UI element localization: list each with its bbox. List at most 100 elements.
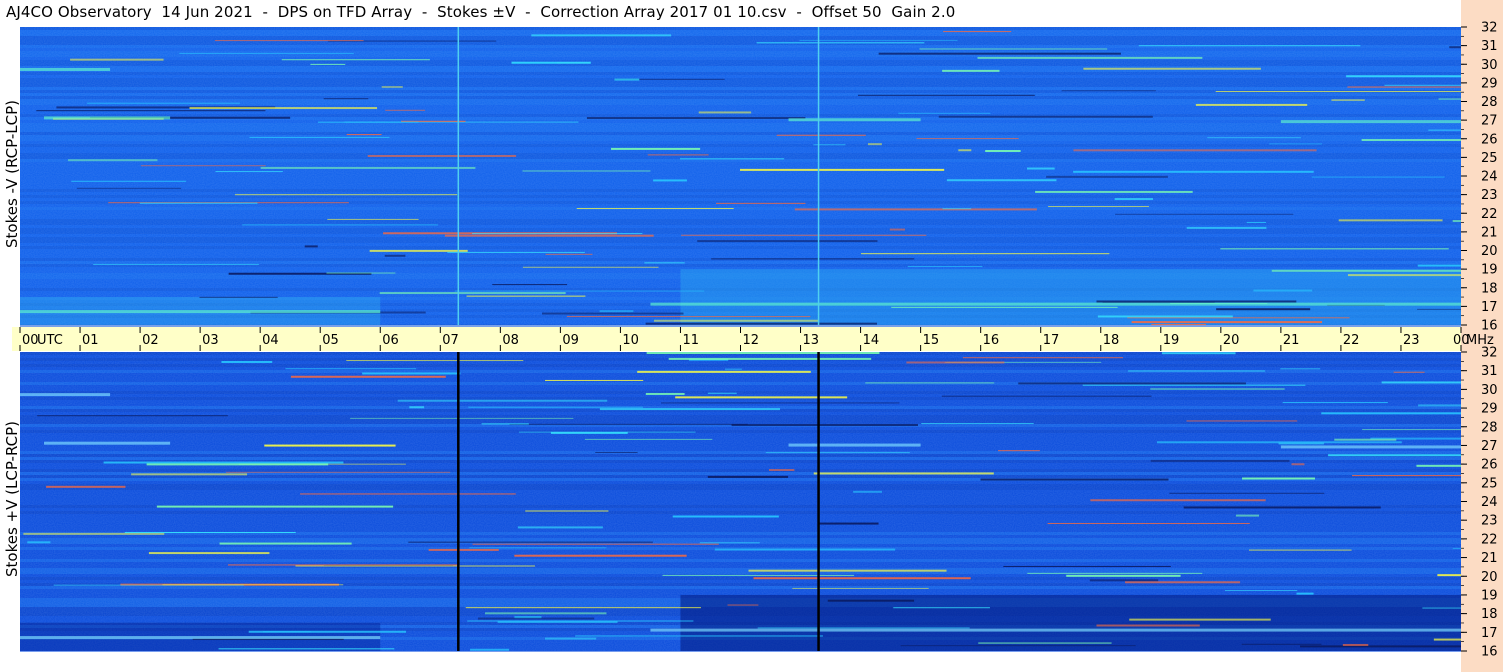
time-tick-label: 01 <box>82 333 99 348</box>
rfi-streak <box>740 168 945 171</box>
frequency-tick-label: 19 <box>1481 588 1498 603</box>
rfi-streak <box>576 208 734 210</box>
rfi-streak <box>980 478 1169 481</box>
rfi-streak <box>1089 579 1159 582</box>
bottom-spectrogram-panel <box>20 352 1461 652</box>
rfi-streak <box>938 115 1153 118</box>
rfi-streak <box>645 322 878 325</box>
rfi-streak <box>1186 226 1267 229</box>
time-tick-label: 17 <box>1043 333 1060 348</box>
rfi-streak <box>680 158 785 160</box>
rfi-streak <box>468 406 643 408</box>
rfi-streak <box>1384 84 1461 86</box>
rfi-streak <box>1048 206 1149 208</box>
rfi-streak <box>71 180 187 182</box>
rfi-streak <box>599 310 634 313</box>
rfi-streak <box>221 360 273 363</box>
rfi-streak <box>381 86 403 88</box>
rfi-streak <box>1047 522 1250 524</box>
rfi-streak <box>544 637 597 640</box>
rfi-streak <box>707 392 737 394</box>
rfi-streak <box>661 402 900 404</box>
rfi-streak <box>1125 581 1241 584</box>
rfi-streak <box>1150 388 1285 390</box>
rfi-streak <box>893 607 990 609</box>
rfi-streak <box>650 628 1461 632</box>
rfi-streak <box>1347 274 1461 277</box>
rfi-streak <box>1362 429 1461 431</box>
rfi-streak <box>731 424 918 427</box>
rfi-streak <box>492 284 568 286</box>
rfi-streak <box>907 265 983 267</box>
frequency-tick-label: 21 <box>1481 551 1498 566</box>
rfi-streak <box>1235 514 1260 517</box>
rfi-streak <box>668 357 872 360</box>
rfi-streak <box>531 34 672 37</box>
rfi-streak <box>326 272 396 274</box>
rfi-streak <box>672 515 779 518</box>
rfi-streak <box>595 451 638 453</box>
rfi-streak <box>525 510 609 512</box>
rfi-streak <box>1296 592 1314 595</box>
rfi-streak <box>962 357 1124 359</box>
rfi-streak <box>1150 459 1290 462</box>
rfi-streak <box>1361 139 1461 142</box>
rfi-streak <box>1129 618 1271 621</box>
rfi-streak <box>1417 264 1461 267</box>
rfi-streak <box>285 368 417 370</box>
rfi-streak <box>653 179 687 182</box>
rfi-streak <box>401 120 466 122</box>
rfi-streak <box>1437 574 1461 577</box>
rfi-streak <box>1331 99 1365 101</box>
rfi-streak <box>1083 67 1261 70</box>
rfi-streak <box>281 59 430 61</box>
rfi-streak <box>1151 324 1207 326</box>
rfi-streak <box>1452 547 1461 549</box>
rfi-streak <box>853 490 882 493</box>
rfi-streak <box>44 116 171 120</box>
rfi-streak <box>681 234 927 236</box>
rfi-streak <box>323 98 369 100</box>
time-tick-label: 21 <box>1283 333 1300 348</box>
rfi-streak <box>867 143 882 146</box>
rfi-streak <box>1131 321 1322 324</box>
rfi-streak <box>1338 219 1443 222</box>
rfi-streak <box>891 306 1118 308</box>
rfi-streak <box>1073 170 1314 173</box>
time-tick-label: 22 <box>1343 333 1360 348</box>
frequency-tick-label: 23 <box>1481 188 1498 203</box>
rfi-streak <box>942 208 972 210</box>
rfi-streak <box>1097 315 1233 318</box>
rfi-streak <box>644 262 685 264</box>
frequency-tick-label: 27 <box>1481 114 1498 129</box>
rfi-streak <box>1422 607 1461 609</box>
frequency-tick-label: 26 <box>1481 458 1498 473</box>
rfi-streak <box>1046 175 1168 178</box>
rfi-streak <box>697 240 878 243</box>
rfi-streak <box>23 532 165 535</box>
utc-label: UTC <box>37 333 63 348</box>
frequency-tick-label: 30 <box>1481 58 1498 73</box>
rfi-streak <box>1183 506 1381 509</box>
time-tick-label: 23 <box>1403 333 1420 348</box>
rfi-streak <box>447 251 585 253</box>
rfi-streak <box>1269 143 1323 145</box>
rfi-streak <box>575 635 823 637</box>
rfi-streak <box>1438 98 1461 100</box>
rfi-streak <box>27 541 51 544</box>
rfi-streak <box>385 109 426 111</box>
rfi-streak <box>140 165 266 167</box>
top-spectrogram-panel <box>20 27 1461 327</box>
time-tick-label: 11 <box>682 333 699 348</box>
rfi-streak <box>1417 308 1461 310</box>
rfi-streak <box>916 138 1019 140</box>
frequency-tick-label: 27 <box>1481 439 1498 454</box>
frequency-tick-label: 22 <box>1481 207 1498 222</box>
frequency-tick-label: 17 <box>1481 300 1498 315</box>
rfi-streak <box>776 134 866 136</box>
rfi-streak <box>637 370 811 373</box>
rfi-streak <box>1186 420 1298 422</box>
rfi-streak <box>1246 221 1267 223</box>
rfi-streak <box>317 121 419 123</box>
rfi-streak <box>477 617 595 620</box>
